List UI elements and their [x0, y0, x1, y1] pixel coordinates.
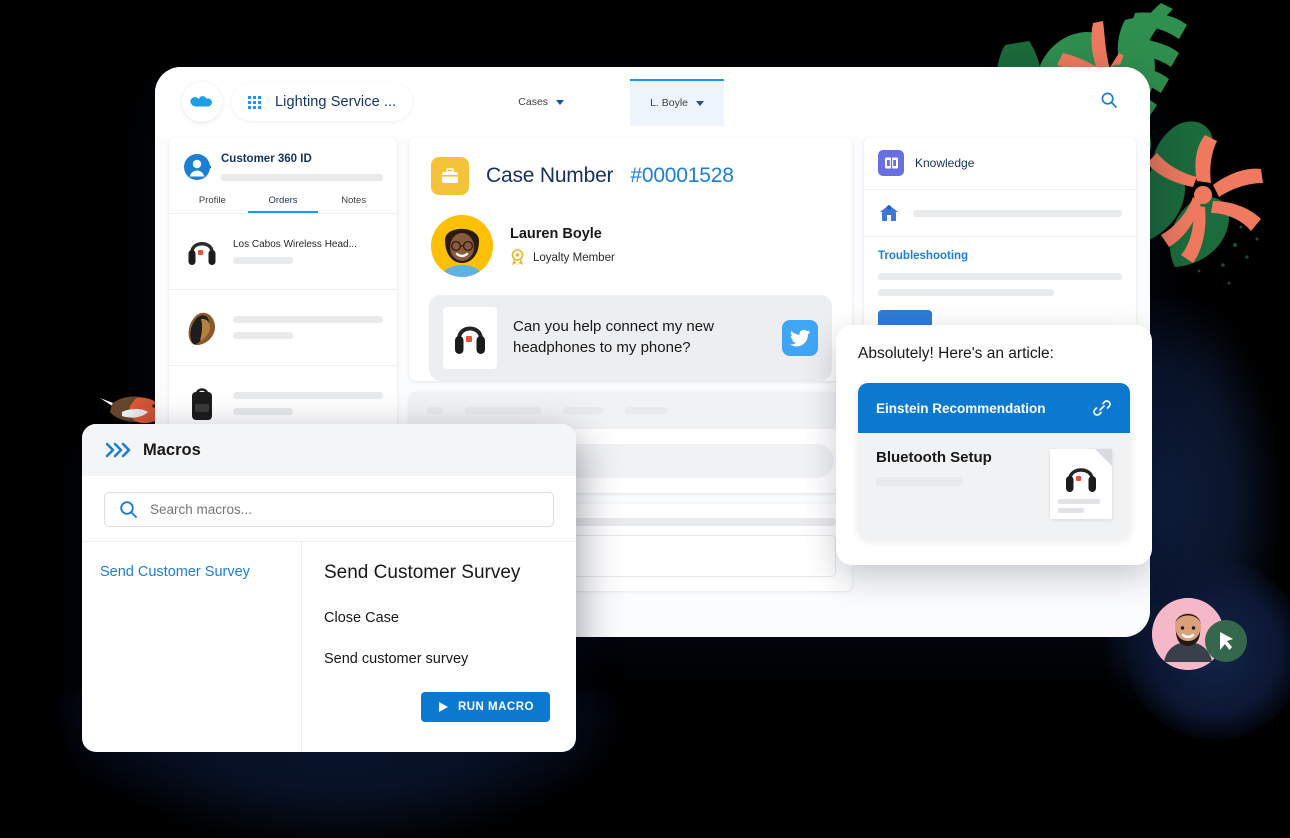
macros-detail: Send Customer Survey Close Case Send cus…	[302, 542, 576, 752]
lauren-boyle-avatar	[431, 215, 493, 277]
macros-header: Macros	[82, 424, 576, 476]
macros-search-area	[82, 476, 576, 541]
customer-360-tabs: Profile Orders Notes	[169, 187, 397, 214]
macros-list-item-send-customer-survey[interactable]: Send Customer Survey	[100, 564, 283, 580]
search-icon	[1101, 92, 1117, 108]
einstein-recommendation-popup: Absolutely! Here's an article: Einstein …	[836, 325, 1152, 565]
order-info	[233, 316, 383, 339]
skeleton-line	[878, 273, 1122, 280]
skeleton-line	[233, 408, 293, 415]
run-macro-label: RUN MACRO	[457, 701, 534, 713]
article-house-icon	[880, 205, 898, 221]
tab-l-boyle[interactable]: L. Boyle	[630, 78, 725, 126]
customer-name: Lauren Boyle	[510, 226, 602, 242]
customer-360-title: Customer 360 ID	[221, 153, 312, 165]
order-info: Los Cabos Wireless Head...	[233, 239, 383, 264]
skeleton-line	[913, 209, 1122, 217]
skeleton-line	[876, 477, 962, 486]
skeleton-line	[563, 407, 603, 414]
link-icon[interactable]	[1092, 398, 1112, 418]
skeleton-line	[233, 332, 293, 339]
skeleton-line	[427, 407, 443, 414]
tab-cases[interactable]: Cases	[498, 79, 584, 125]
cursor-badge-icon	[1205, 620, 1247, 662]
app-launcher-grid-icon[interactable]	[248, 95, 261, 109]
search-icon	[120, 501, 137, 518]
macros-step-1: Close Case	[324, 610, 399, 626]
knowledge-header: Knowledge	[864, 137, 1136, 190]
macros-search-box[interactable]	[104, 492, 554, 527]
case-customer: Lauren Boyle Loyalty Member	[409, 211, 852, 291]
book-icon	[878, 150, 904, 176]
einstein-lead-text: Absolutely! Here's an article:	[858, 345, 1054, 362]
skeleton-line	[233, 257, 293, 264]
app-name-label: Lighting Service ...	[275, 94, 397, 110]
tab-orders[interactable]: Orders	[248, 187, 319, 213]
tab-cases-label: Cases	[518, 96, 549, 108]
order-info	[233, 392, 383, 415]
macros-columns: Send Customer Survey Send Customer Surve…	[82, 541, 576, 752]
macros-detail-title: Send Customer Survey	[324, 562, 521, 583]
glove-thumb	[183, 306, 221, 350]
headphones-thumb	[443, 307, 497, 369]
chevron-down-icon[interactable]	[556, 99, 565, 105]
tab-profile[interactable]: Profile	[177, 187, 248, 213]
loyalty-ribbon-icon	[511, 249, 524, 266]
tab-l-boyle-label: L. Boyle	[650, 97, 689, 109]
einstein-card-header: Einstein Recommendation	[858, 383, 1130, 433]
skeleton-line	[233, 316, 383, 323]
customer-badge-label: Loyalty Member	[533, 251, 615, 264]
knowledge-article-row[interactable]	[864, 190, 1136, 237]
console-topbar: Lighting Service ... Cases L. Boyle	[155, 67, 1150, 137]
skeleton-line	[233, 392, 383, 399]
einstein-article-card[interactable]: Einstein Recommendation Bluetooth Setup	[858, 383, 1130, 539]
knowledge-title: Knowledge	[915, 156, 975, 170]
knowledge-section-link[interactable]: Troubleshooting	[878, 250, 1122, 262]
macros-chevrons-icon	[106, 442, 131, 458]
skeleton-line	[465, 407, 541, 414]
skeleton-line	[221, 174, 383, 181]
backpack-thumb	[183, 382, 221, 426]
case-card: Case Number #00001528 Lauren Boyle Loyal…	[409, 137, 852, 381]
briefcase-icon	[431, 157, 469, 195]
customer-message-text: Can you help connect my new headphones t…	[513, 318, 714, 356]
list-item[interactable]: Los Cabos Wireless Head...	[169, 214, 397, 290]
customer-360-card: Customer 360 ID Profile Orders Notes Los…	[169, 137, 397, 442]
einstein-card-title: Einstein Recommendation	[876, 400, 1046, 416]
customer-avatar-icon	[184, 154, 211, 180]
macros-title: Macros	[143, 440, 201, 459]
skeleton-line	[878, 289, 1054, 296]
chevron-down-icon[interactable]	[696, 100, 705, 106]
macros-step-2: Send customer survey	[324, 651, 469, 667]
salesforce-cloud-icon[interactable]	[182, 82, 222, 122]
case-number-value[interactable]: #00001528	[630, 164, 734, 188]
document-thumbnail	[1050, 449, 1112, 519]
twitter-icon[interactable]	[782, 320, 818, 356]
case-header: Case Number #00001528	[409, 137, 852, 211]
einstein-article-title: Bluetooth Setup	[876, 449, 992, 466]
customer-message: Can you help connect my new headphones t…	[429, 295, 832, 381]
run-macro-button[interactable]: RUN MACRO	[420, 692, 550, 722]
order-name: Los Cabos Wireless Head...	[233, 239, 357, 250]
tab-notes[interactable]: Notes	[318, 187, 389, 213]
einstein-card-body: Bluetooth Setup	[858, 433, 1130, 539]
knowledge-card: Knowledge Troubleshooting	[864, 137, 1136, 343]
search-input[interactable]	[150, 502, 539, 517]
screenshot-stage: Lighting Service ... Cases L. Boyle Cust…	[0, 0, 1290, 838]
macros-panel: Macros Send Customer Survey Send Custome…	[82, 424, 576, 752]
customer-360-header: Customer 360 ID	[169, 137, 397, 187]
customer-badge: Loyalty Member	[510, 249, 615, 266]
play-icon	[438, 702, 448, 712]
skeleton-line	[625, 407, 667, 414]
case-number-label: Case Number	[486, 164, 614, 187]
list-item[interactable]	[169, 290, 397, 366]
headphones-thumb	[183, 230, 221, 274]
macros-list: Send Customer Survey	[82, 542, 302, 752]
app-name-pill[interactable]: Lighting Service ...	[232, 83, 413, 121]
global-search-button[interactable]	[1100, 91, 1118, 114]
